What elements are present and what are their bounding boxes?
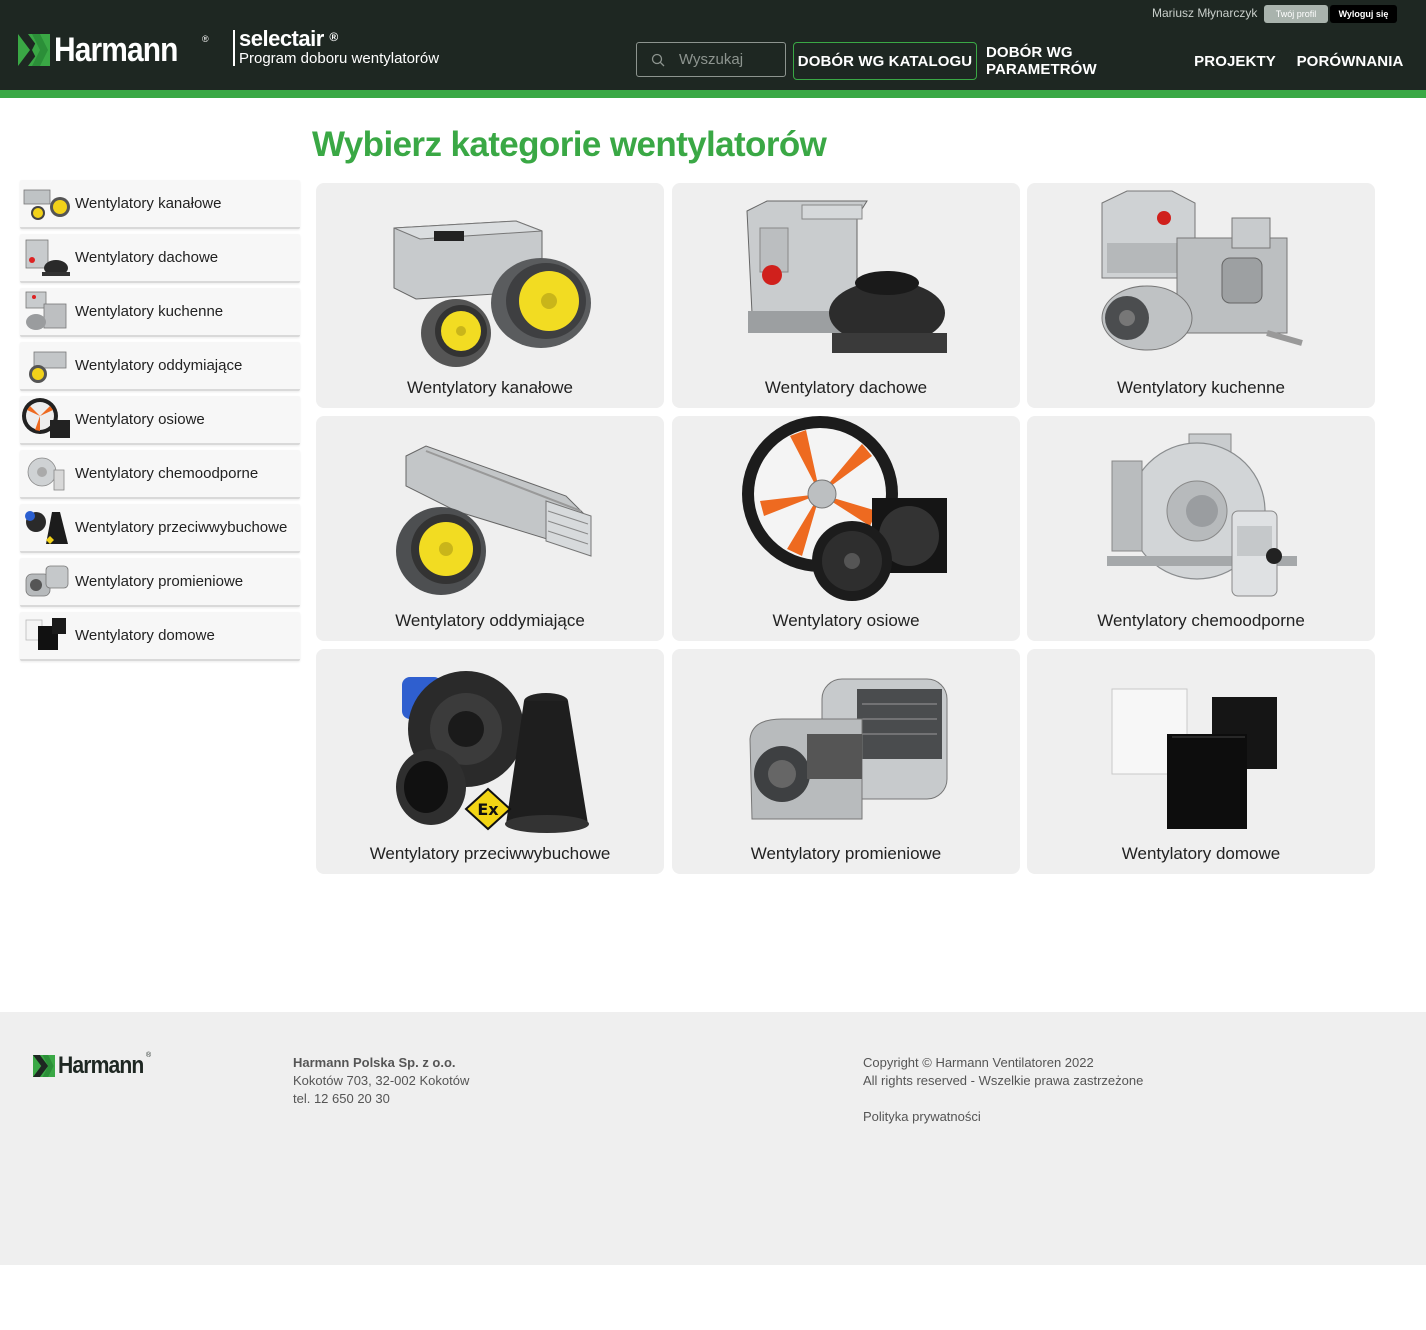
profile-button[interactable]: Twój profil bbox=[1264, 5, 1328, 23]
sidebar-item-label: Wentylatory dachowe bbox=[75, 249, 219, 266]
privacy-policy-link[interactable]: Polityka prywatności bbox=[863, 1108, 1143, 1126]
nav-projects[interactable]: PROJEKTY bbox=[1192, 42, 1278, 80]
header-divider bbox=[233, 30, 235, 66]
category-card-smoke-exhaust-fans[interactable]: Wentylatory oddymiające bbox=[316, 416, 664, 641]
search-input[interactable] bbox=[679, 51, 779, 68]
card-label: Wentylatory oddymiające bbox=[395, 611, 585, 630]
sidebar-item-label: Wentylatory przeciwwybuchowe bbox=[75, 519, 288, 536]
card-label: Wentylatory domowe bbox=[1121, 844, 1281, 863]
card-label: Wentylatory promieniowe bbox=[750, 844, 942, 863]
sidebar-item-label: Wentylatory kuchenne bbox=[75, 303, 224, 320]
footer-logo-wordmark: Harmann bbox=[58, 1052, 144, 1079]
category-card-chemical-resistant-fans[interactable]: Wentylatory chemoodporne bbox=[1027, 416, 1375, 641]
card-label: Wentylatory kuchenne bbox=[1117, 378, 1285, 397]
nav-catalog-selection[interactable]: DOBÓR WG KATALOGU bbox=[793, 42, 977, 80]
sidebar-item-label: Wentylatory chemoodporne bbox=[75, 465, 259, 482]
header-accent-stripe bbox=[0, 90, 1426, 98]
category-card-roof-fans[interactable]: Wentylatory dachowe bbox=[672, 183, 1020, 408]
roof-fan-icon bbox=[25, 239, 70, 276]
product-name: selectair bbox=[239, 26, 324, 51]
kitchen-fan-icon bbox=[1101, 190, 1303, 351]
sidebar-item-axial-fans[interactable]: Wentylatory osiowe bbox=[20, 396, 300, 445]
chemical-resistant-fan-icon bbox=[1107, 433, 1297, 597]
sidebar-item-centrifugal-fans[interactable]: Wentylatory promieniowe bbox=[20, 558, 300, 607]
roof-fan-icon bbox=[746, 200, 947, 353]
sidebar-item-duct-fans[interactable]: Wentylatory kanałowe bbox=[20, 180, 300, 229]
category-card-axial-fans[interactable]: Wentylatory osiowe bbox=[672, 416, 1020, 641]
footer-legal: Copyright © Harmann Ventilatoren 2022 Al… bbox=[863, 1054, 1143, 1126]
logout-button[interactable]: Wyloguj się bbox=[1330, 5, 1397, 23]
user-name: Mariusz Młynarczyk bbox=[1152, 6, 1258, 20]
footer-logo[interactable]: Harmann ® bbox=[33, 1052, 155, 1080]
duct-fan-icon bbox=[23, 189, 70, 220]
copyright-text: Copyright © Harmann Ventilatoren 2022 bbox=[863, 1055, 1094, 1070]
category-card-household-fans[interactable]: Wentylatory domowe bbox=[1027, 649, 1375, 874]
harmann-logo[interactable]: Harmann ® bbox=[18, 31, 209, 69]
card-label: Wentylatory chemoodporne bbox=[1097, 611, 1305, 630]
sidebar-item-household-fans[interactable]: Wentylatory domowe bbox=[20, 612, 300, 661]
product-registered: ® bbox=[329, 30, 338, 44]
rights-text: All rights reserved - Wszelkie prawa zas… bbox=[863, 1073, 1144, 1088]
card-label: Wentylatory osiowe bbox=[772, 611, 920, 630]
sidebar-item-label: Wentylatory promieniowe bbox=[75, 573, 244, 590]
category-card-kitchen-fans[interactable]: Wentylatory kuchenne bbox=[1027, 183, 1375, 408]
category-card-duct-fans[interactable]: Wentylatory kanałowe bbox=[316, 183, 664, 408]
page-title: Wybierz kategorie wentylatorów bbox=[312, 125, 827, 164]
sidebar-item-label: Wentylatory oddymiające bbox=[75, 357, 243, 374]
duct-fan-icon bbox=[393, 220, 591, 367]
household-fan-icon bbox=[25, 617, 66, 650]
household-fan-icon bbox=[1111, 688, 1277, 829]
card-label: Wentylatory dachowe bbox=[764, 378, 928, 397]
logo-registered: ® bbox=[202, 34, 209, 44]
explosion-proof-fan-icon bbox=[25, 510, 68, 544]
sidebar-item-explosion-proof-fans[interactable]: Wentylatory przeciwwybuchowe bbox=[20, 504, 300, 553]
sidebar-item-roof-fans[interactable]: Wentylatory dachowe bbox=[20, 234, 300, 283]
svg-text:Ex: Ex bbox=[477, 800, 499, 819]
product-title: selectair ® Program doboru wentylatorów bbox=[239, 27, 439, 67]
harmann-logo-mark-icon bbox=[33, 1055, 55, 1077]
sidebar-item-smoke-exhaust-fans[interactable]: Wentylatory oddymiające bbox=[20, 342, 300, 391]
axial-fan-icon bbox=[742, 416, 947, 601]
company-phone: tel. 12 650 20 30 bbox=[293, 1091, 390, 1106]
footer-company-info: Harmann Polska Sp. z o.o. Kokotów 703, 3… bbox=[293, 1054, 469, 1108]
smoke-exhaust-fan-icon bbox=[29, 351, 67, 383]
nav-parameter-selection[interactable]: DOBÓR WG PARAMETRÓW bbox=[986, 42, 1176, 80]
category-card-explosion-proof-fans[interactable]: Ex Wentylatory przeciwwybuchowe bbox=[316, 649, 664, 874]
category-sidebar: Wentylatory kanałowe Wentylatory dachowe… bbox=[20, 180, 300, 666]
card-label: Wentylatory kanałowe bbox=[407, 378, 573, 397]
sidebar-item-chemical-resistant-fans[interactable]: Wentylatory chemoodporne bbox=[20, 450, 300, 499]
nav-comparisons[interactable]: PORÓWNANIA bbox=[1296, 42, 1404, 80]
footer: Harmann ® Harmann Polska Sp. z o.o. Koko… bbox=[0, 1012, 1426, 1265]
smoke-exhaust-fan-icon bbox=[396, 445, 592, 595]
logo-wordmark: Harmann bbox=[54, 31, 178, 69]
sidebar-item-label: Wentylatory kanałowe bbox=[75, 195, 222, 212]
explosion-proof-fan-icon: Ex bbox=[396, 671, 589, 833]
search-icon bbox=[651, 53, 665, 66]
harmann-logo-mark-icon bbox=[18, 34, 50, 66]
product-subtitle: Program doboru wentylatorów bbox=[239, 50, 440, 67]
top-header: Harmann ® selectair ® Program doboru wen… bbox=[0, 0, 1426, 90]
sidebar-item-label: Wentylatory osiowe bbox=[75, 411, 205, 428]
company-name: Harmann Polska Sp. z o.o. bbox=[293, 1055, 456, 1070]
centrifugal-fan-icon bbox=[25, 565, 69, 596]
chemical-resistant-fan-icon bbox=[27, 457, 65, 490]
search-box[interactable] bbox=[636, 42, 786, 77]
footer-logo-registered: ® bbox=[146, 1052, 152, 1059]
kitchen-fan-icon bbox=[25, 291, 67, 330]
company-address: Kokotów 703, 32-002 Kokotów bbox=[293, 1073, 470, 1088]
category-card-centrifugal-fans[interactable]: Wentylatory promieniowe bbox=[672, 649, 1020, 874]
sidebar-item-label: Wentylatory domowe bbox=[75, 627, 215, 644]
axial-fan-icon bbox=[22, 397, 70, 438]
centrifugal-fan-icon bbox=[749, 678, 948, 820]
sidebar-item-kitchen-fans[interactable]: Wentylatory kuchenne bbox=[20, 288, 300, 337]
card-label: Wentylatory przeciwwybuchowe bbox=[369, 844, 611, 863]
